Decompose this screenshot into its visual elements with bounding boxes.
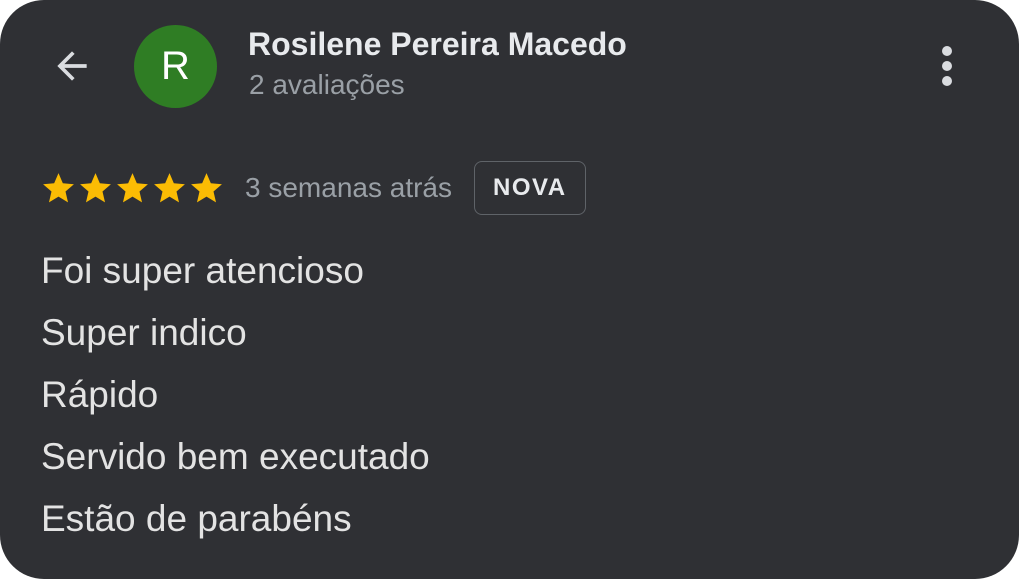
star-icon xyxy=(80,172,111,202)
review-line: Foi super atencioso xyxy=(41,250,364,291)
star-icon xyxy=(117,172,148,202)
review-date: 3 semanas atrás xyxy=(245,172,452,203)
review-line: Estão de parabéns xyxy=(41,498,352,539)
star-rating xyxy=(40,170,225,207)
review-card: R Rosilene Pereira Macedo 2 avaliações 3… xyxy=(0,0,1019,579)
more-vertical-icon xyxy=(942,46,952,86)
new-badge: NOVA xyxy=(474,161,586,215)
review-text: Foi super atencioso Super indico Rápido Ser… xyxy=(41,240,941,550)
star-icon xyxy=(154,172,185,202)
avatar[interactable]: R xyxy=(134,25,217,108)
star-icon xyxy=(43,172,74,202)
review-line: Rápido xyxy=(41,374,159,415)
user-name[interactable]: Rosilene Pereira Macedo xyxy=(248,24,627,64)
review-line: Super indico xyxy=(41,312,247,353)
review-count: 2 avaliações xyxy=(249,69,405,100)
star-icon xyxy=(191,172,222,202)
review-line: Servido bem executado xyxy=(41,436,430,477)
avatar-letter: R xyxy=(161,44,190,88)
arrow-left-icon xyxy=(57,51,87,81)
more-options-button[interactable] xyxy=(922,38,972,94)
rating-row: 3 semanas atrás NOVA xyxy=(40,160,586,216)
back-button[interactable] xyxy=(46,40,98,92)
